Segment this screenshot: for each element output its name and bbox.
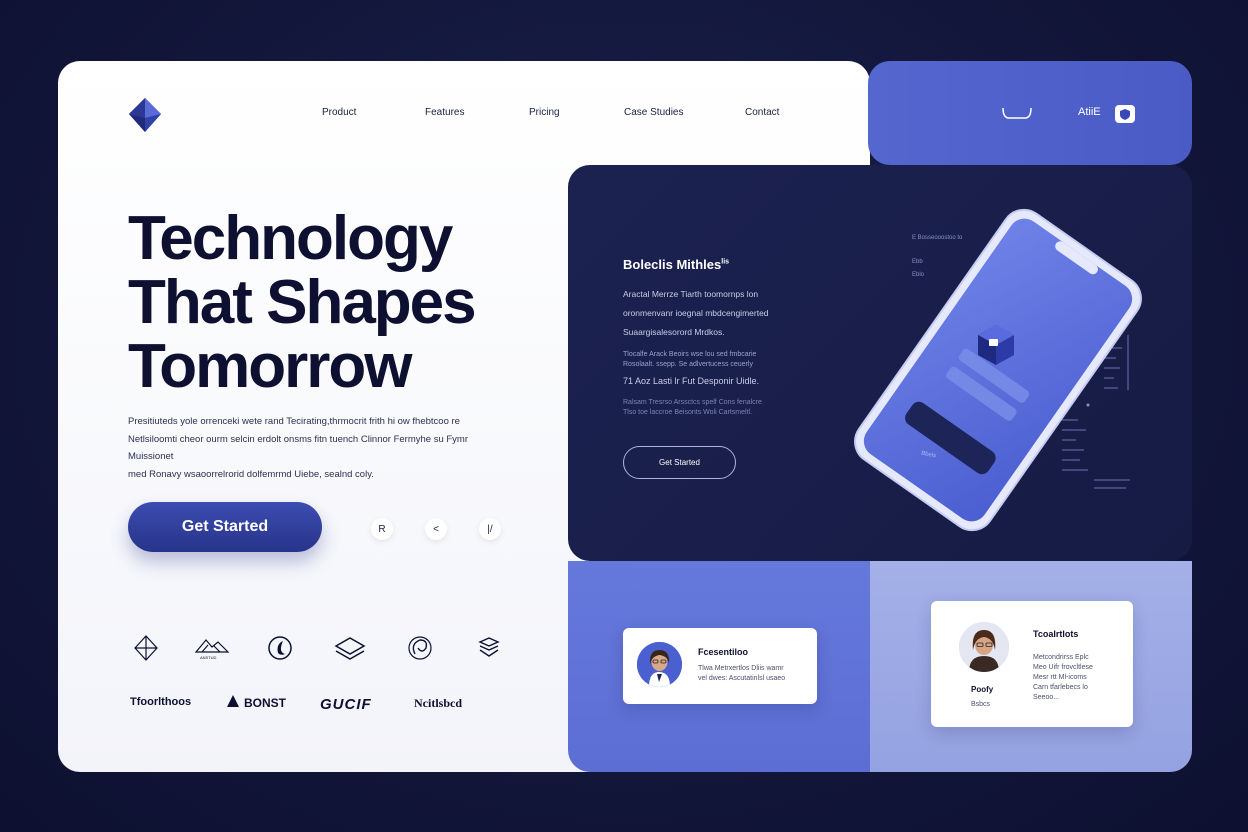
partner-brand: Tfoorlthoos [130, 696, 192, 708]
person-avatar-icon [637, 642, 682, 687]
crescent-logo-icon [268, 636, 292, 660]
diamond-outline-icon [134, 635, 158, 661]
testimonial-card: Fcesentiloo Tlwa Metrxertlos Dliis wamr … [623, 628, 817, 704]
phone-mockup [854, 208, 1142, 532]
feature-panel-highlight: 71 Aoz Lasti lr Fut Desponir Uidle. [623, 376, 760, 386]
nav-item-pricing[interactable]: Pricing [529, 107, 560, 118]
hero-title: Technology That Shapes Tomorrow [128, 207, 548, 399]
feature-panel-title: Boleclis Mithleslis [623, 257, 730, 272]
social-icon[interactable]: |/ [479, 518, 501, 540]
landing-page-frame: Product Features Pricing Case Studies Co… [58, 61, 1192, 772]
feature-panel: Boleclis Mithleslis Aractal Merrze Tiart… [568, 165, 1192, 561]
toggle-icon[interactable] [1000, 105, 1034, 121]
hero-description-line: Presitiuteds yole orrenceki wete rand Te… [128, 416, 460, 427]
mountain-logo-caption: ANSTUD [200, 655, 217, 660]
get-started-button[interactable]: Get Started [128, 502, 322, 552]
layers-logo-icon [334, 637, 366, 660]
hero-title-line-1: Technology [128, 204, 453, 273]
nav-item-contact[interactable]: Contact [745, 107, 779, 118]
partner-brand: Ncitlsbcd [414, 696, 462, 710]
brand-logo-icon[interactable] [128, 97, 162, 133]
nav-item-case-studies[interactable]: Case Studies [624, 107, 683, 118]
testimonial-role-sub: Bsbcs [971, 701, 991, 708]
avatar [637, 642, 682, 687]
avatar [959, 622, 1009, 672]
account-button[interactable] [1115, 105, 1135, 123]
social-icon[interactable]: R [371, 518, 393, 540]
hero-title-line-2: That Shapes [128, 268, 477, 337]
hero-title-line-3: Tomorrow [128, 332, 413, 401]
stack-logo-icon [478, 637, 500, 657]
testimonial-text: Tlwa Metrxertlos Dliis wamr vel dwes: As… [698, 665, 786, 682]
testimonial-text: Metcondrirss Eplc Meo Uifr frovcltlese M… [1033, 654, 1093, 701]
hero-description-line: med Ronavy wsaoorrelrorid dolfemrmd Uieb… [128, 468, 374, 480]
testimonial-name: Fcesentiloo [698, 647, 749, 657]
feature-panel-description: Aractal Merrze Tiarth toomornps lon oron… [623, 289, 769, 337]
feature-panel-footnote: Ralsam Tresrso Arssctcs spelf Cons fenal… [623, 399, 762, 416]
testimonial-card: Poofy Bsbcs Tcoalrtlots Metcondrirss Epl… [931, 601, 1133, 727]
nav-item-product[interactable]: Product [322, 107, 356, 118]
swirl-logo-icon [408, 636, 432, 660]
hero-description-line: Netlsiloomti cheor ourm selcin erdolt on… [128, 433, 469, 463]
partner-brand: BONST [244, 696, 286, 710]
testimonial-name: Tcoalrtlots [1033, 629, 1079, 639]
feature-panel-note: Tlocalfe Arack Beoirs wse lou sed fmbcar… [623, 351, 757, 368]
hero-description: Presitiuteds yole orrenceki wete rand Te… [128, 413, 508, 483]
testimonial-role: Poofy [971, 685, 994, 694]
nav-item-features[interactable]: Features [425, 107, 464, 118]
triangle-logo-icon [227, 695, 239, 707]
social-icon[interactable]: < [425, 518, 447, 540]
partner-brand: GUCIF [320, 696, 372, 713]
person-avatar-icon [959, 622, 1009, 672]
feature-get-started-button[interactable]: Get Started [623, 446, 736, 479]
shield-icon [1120, 109, 1130, 120]
nav-right-label[interactable]: AtiiE [1078, 106, 1101, 118]
